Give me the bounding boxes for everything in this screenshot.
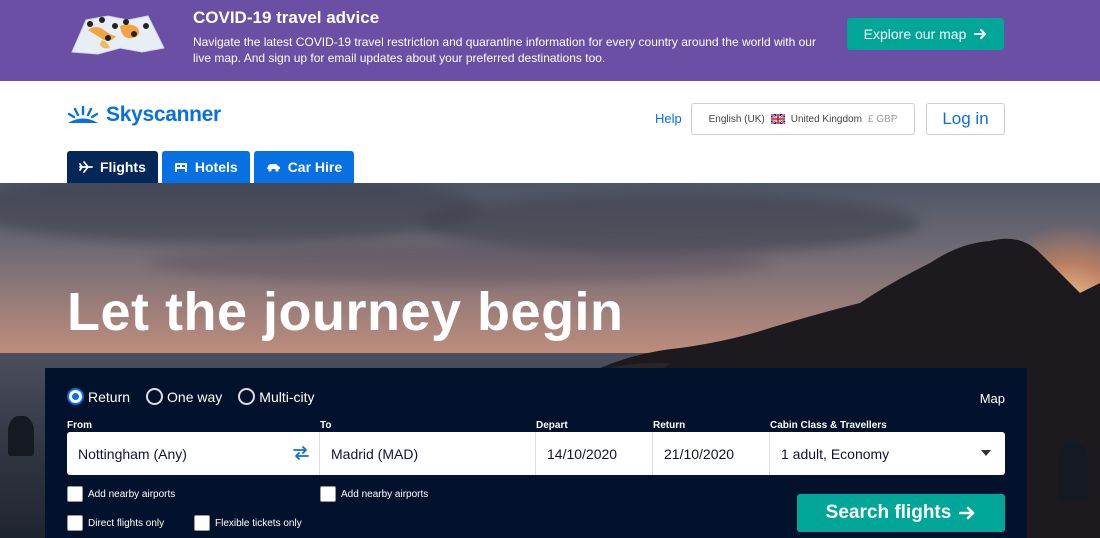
tab-flights[interactable]: Flights xyxy=(67,151,158,183)
search-flights-label: Search flights xyxy=(825,502,952,523)
trip-type-one-way[interactable]: One way xyxy=(146,388,222,405)
banner-description: Navigate the latest COVID-19 travel rest… xyxy=(193,35,816,65)
language-label: English (UK) xyxy=(708,113,765,125)
search-fields: Nottingham (Any) Madrid (MAD) 14/10/2020… xyxy=(67,432,1005,475)
return-label: Return xyxy=(653,420,686,431)
explore-map-label: Explore our map xyxy=(863,26,967,42)
cabin-label: Cabin Class & Travellers xyxy=(770,420,887,431)
nearby-from-label: Add nearby airports xyxy=(88,488,176,500)
trip-type-multi-city[interactable]: Multi-city xyxy=(238,388,315,405)
trip-type-one-way-label: One way xyxy=(167,388,223,405)
trip-type-multi-city-label: Multi-city xyxy=(259,388,315,405)
radio-return[interactable] xyxy=(67,388,84,405)
logo-text: Skyscanner xyxy=(106,103,221,126)
tab-hotels[interactable]: Hotels xyxy=(161,151,250,183)
depart-value: 14/10/2020 xyxy=(547,445,618,462)
hero-title: Let the journey begin xyxy=(67,282,624,342)
currency-label: £ GBP xyxy=(867,113,898,125)
login-button[interactable]: Log in xyxy=(926,103,1005,135)
banner-title: COVID-19 travel advice xyxy=(193,8,380,27)
return-date-input[interactable]: 21/10/2020 xyxy=(653,432,770,475)
depart-date-input[interactable]: 14/10/2020 xyxy=(536,432,653,475)
arrow-right-icon xyxy=(974,29,987,39)
help-link[interactable]: Help xyxy=(655,111,682,126)
trip-type-selector: Return One way Multi-city xyxy=(67,388,315,405)
direct-flights-option[interactable]: Direct flights only xyxy=(67,515,164,531)
sunrise-logo-icon xyxy=(67,105,99,123)
locale-selector[interactable]: English (UK) United Kingdom £ GBP xyxy=(691,103,915,135)
to-input[interactable]: Madrid (MAD) xyxy=(320,432,536,475)
tab-car-hire[interactable]: Car Hire xyxy=(253,151,355,183)
covid-banner: COVID-19 travel advice Navigate the late… xyxy=(0,0,1100,81)
direct-flights-label: Direct flights only xyxy=(88,517,165,529)
bed-icon xyxy=(174,163,187,172)
plane-icon xyxy=(79,161,93,173)
world-map-icon xyxy=(71,15,165,55)
radio-one-way[interactable] xyxy=(146,388,164,405)
from-input[interactable]: Nottingham (Any) xyxy=(67,432,320,475)
to-label: To xyxy=(320,420,332,431)
tab-hotels-label: Hotels xyxy=(194,159,238,175)
nearby-to-checkbox[interactable] xyxy=(320,486,336,502)
search-flights-button[interactable]: Search flights xyxy=(797,494,1005,532)
cabin-travellers-select[interactable]: 1 adult, Economy xyxy=(770,432,1005,475)
from-value: Nottingham (Any) xyxy=(78,445,187,462)
flexible-tickets-checkbox[interactable] xyxy=(194,515,210,531)
skyscanner-logo[interactable]: Skyscanner xyxy=(66,103,221,127)
return-value: 21/10/2020 xyxy=(664,445,735,462)
nearby-to-option[interactable]: Add nearby airports xyxy=(320,486,428,502)
trip-type-return[interactable]: Return xyxy=(67,388,130,405)
car-icon xyxy=(266,164,280,172)
to-value: Madrid (MAD) xyxy=(331,445,419,462)
radio-multi-city[interactable] xyxy=(238,388,256,405)
explore-map-button[interactable]: Explore our map xyxy=(847,18,1004,50)
chevron-down-icon xyxy=(981,450,991,456)
tab-car-hire-label: Car Hire xyxy=(287,159,343,175)
nearby-to-label: Add nearby airports xyxy=(341,488,429,500)
cabin-value: 1 adult, Economy xyxy=(781,445,890,462)
uk-flag-icon xyxy=(770,114,785,124)
swap-icon[interactable] xyxy=(292,445,310,461)
nearby-from-checkbox[interactable] xyxy=(67,486,83,502)
flexible-tickets-label: Flexible tickets only xyxy=(215,517,302,529)
arrow-right-icon xyxy=(959,506,975,520)
flight-search-panel: Return One way Multi-city Map From To De… xyxy=(45,368,1027,538)
country-label: United Kingdom xyxy=(790,113,862,125)
direct-flights-checkbox[interactable] xyxy=(67,515,83,531)
depart-label: Depart xyxy=(536,420,568,431)
flexible-tickets-option[interactable]: Flexible tickets only xyxy=(194,515,302,531)
tab-flights-label: Flights xyxy=(100,159,146,175)
product-tabs: Flights Hotels Car Hire xyxy=(67,151,355,183)
map-link[interactable]: Map xyxy=(980,391,1005,406)
from-label: From xyxy=(67,420,92,431)
nearby-from-option[interactable]: Add nearby airports xyxy=(67,486,175,502)
trip-type-return-label: Return xyxy=(88,388,131,405)
